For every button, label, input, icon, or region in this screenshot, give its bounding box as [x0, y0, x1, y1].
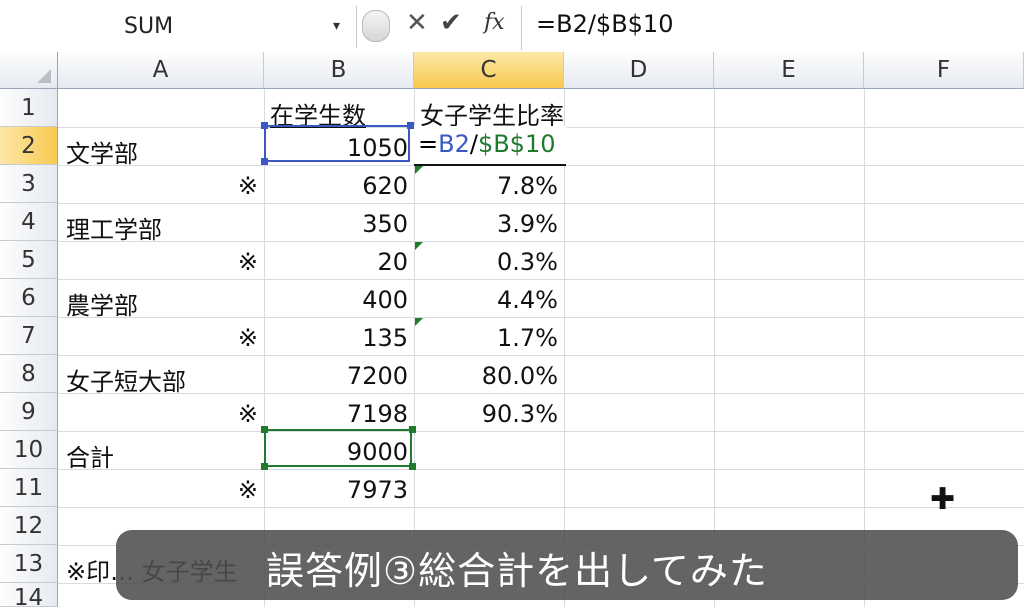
caption-overlay: 誤答例③総合計を出してみた [116, 530, 1018, 600]
gridline [58, 241, 1024, 242]
formula-bar-divider [521, 6, 522, 50]
reference-handle[interactable] [261, 463, 268, 470]
row-header-10[interactable]: 10 [0, 431, 58, 469]
cell-a6[interactable]: 農学部 [66, 286, 138, 321]
cell-cursor-icon: ✚ [930, 482, 956, 517]
cell-c5[interactable]: 0.3% [418, 248, 558, 276]
gridline [58, 355, 1024, 356]
formula-bar: SUM ▾ ✕ ✔ fx =B2/$B$10 [0, 0, 1024, 53]
error-indicator-icon[interactable] [415, 166, 423, 174]
cancel-icon[interactable]: ✕ [406, 8, 428, 38]
row-header-7[interactable]: 7 [0, 317, 58, 355]
formula-ref-b2: B2 [438, 130, 470, 158]
reference-handle[interactable] [261, 426, 268, 433]
error-indicator-icon[interactable] [415, 242, 423, 250]
cell-a10[interactable]: 合計 [66, 438, 114, 473]
name-box[interactable]: SUM ▾ [0, 6, 357, 48]
gridline [58, 317, 1024, 318]
column-header-d[interactable]: D [564, 52, 714, 89]
cell-c2-editor[interactable]: =B2/$B$10 [414, 126, 566, 166]
formula-eq: = [418, 130, 439, 158]
reference-handle[interactable] [261, 158, 268, 165]
cell-a8[interactable]: 女子短大部 [66, 362, 186, 397]
reference-highlight-b2 [264, 125, 410, 162]
row-header-14[interactable]: 14 [0, 583, 58, 611]
reference-handle[interactable] [407, 122, 414, 129]
gridline [58, 469, 1024, 470]
name-box-value: SUM [124, 14, 174, 39]
row-header-12[interactable]: 12 [0, 507, 58, 545]
cell-a5[interactable]: ※ [66, 248, 258, 276]
gridline [58, 393, 1024, 394]
cell-c4[interactable]: 3.9% [418, 210, 558, 238]
row-header-13[interactable]: 13 [0, 545, 58, 583]
row-header-2[interactable]: 2 [0, 127, 58, 165]
gridline [58, 507, 1024, 508]
cell-c7[interactable]: 1.7% [418, 324, 558, 352]
row-header-11[interactable]: 11 [0, 469, 58, 507]
gridline [58, 203, 1024, 204]
formula-ref-b10: $B$10 [477, 130, 556, 158]
select-all-button[interactable] [0, 52, 58, 89]
cell-b4[interactable]: 350 [268, 210, 408, 238]
select-all-icon [37, 69, 51, 83]
row-header-3[interactable]: 3 [0, 165, 58, 203]
cell-b3[interactable]: 620 [268, 172, 408, 200]
cell-b11[interactable]: 7973 [268, 476, 408, 504]
formula-bar-resize-handle[interactable] [362, 10, 390, 42]
enter-icon[interactable]: ✔ [440, 8, 462, 38]
cell-c8[interactable]: 80.0% [418, 362, 558, 390]
cell-b5[interactable]: 20 [268, 248, 408, 276]
reference-handle[interactable] [409, 426, 416, 433]
error-indicator-icon[interactable] [415, 318, 423, 326]
column-header-c[interactable]: C [414, 52, 564, 89]
name-box-dropdown-icon[interactable]: ▾ [333, 18, 340, 34]
cell-a4[interactable]: 理工学部 [66, 210, 162, 245]
column-header-a[interactable]: A [58, 52, 264, 89]
reference-highlight-b10 [264, 429, 412, 467]
column-header-f[interactable]: F [864, 52, 1024, 89]
column-header-e[interactable]: E [714, 52, 864, 89]
reference-handle[interactable] [261, 122, 268, 129]
formula-slash: / [469, 130, 478, 158]
caption-text: 誤答例③総合計を出してみた [266, 549, 768, 593]
formula-input[interactable]: =B2/$B$10 [536, 10, 673, 38]
row-header-9[interactable]: 9 [0, 393, 58, 431]
cell-a2[interactable]: 文学部 [66, 134, 138, 169]
cell-b6[interactable]: 400 [268, 286, 408, 314]
cell-c3[interactable]: 7.8% [418, 172, 558, 200]
cell-c9[interactable]: 90.3% [418, 400, 558, 428]
insert-function-icon[interactable]: fx [484, 10, 505, 35]
cell-b7[interactable]: 135 [268, 324, 408, 352]
cell-a9[interactable]: ※ [66, 400, 258, 428]
gridline [58, 279, 1024, 280]
column-header-b[interactable]: B [264, 52, 414, 89]
cell-a3[interactable]: ※ [66, 172, 258, 200]
cell-b8[interactable]: 7200 [268, 362, 408, 390]
cell-c6[interactable]: 4.4% [418, 286, 558, 314]
row-header-8[interactable]: 8 [0, 355, 58, 393]
row-header-1[interactable]: 1 [0, 89, 58, 127]
row-header-4[interactable]: 4 [0, 203, 58, 241]
row-header-5[interactable]: 5 [0, 241, 58, 279]
row-header-6[interactable]: 6 [0, 279, 58, 317]
cell-b9[interactable]: 7198 [268, 400, 408, 428]
cell-a7[interactable]: ※ [66, 324, 258, 352]
reference-handle[interactable] [409, 463, 416, 470]
gridline [58, 431, 1024, 432]
cell-a11[interactable]: ※ [66, 476, 258, 504]
